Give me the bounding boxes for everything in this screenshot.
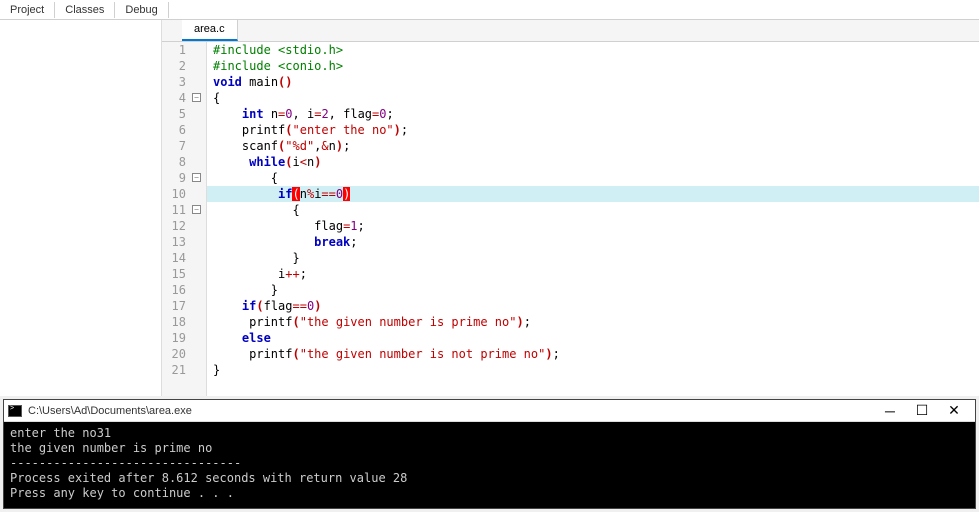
bracket-highlight: ) <box>343 187 350 201</box>
line-number: 20 <box>162 346 192 362</box>
fold-toggle[interactable]: − <box>192 93 201 102</box>
line-number: 10 <box>162 186 192 202</box>
tab-classes[interactable]: Classes <box>55 2 115 18</box>
line-number: 3 <box>162 74 192 90</box>
line-number: 18 <box>162 314 192 330</box>
line-number: 2 <box>162 58 192 74</box>
current-line: if(n%i==0) <box>207 186 979 202</box>
line-number: 11 <box>162 202 192 218</box>
line-number: 17 <box>162 298 192 314</box>
line-number: 13 <box>162 234 192 250</box>
code-area[interactable]: 1 2 3 4− 5 6 7 8 9− 10 11− 12 13 14 15 1… <box>162 42 979 396</box>
console-window: C:\Users\Ad\Documents\area.exe ─ ☐ ✕ ent… <box>3 399 976 509</box>
line-number: 15 <box>162 266 192 282</box>
console-title: C:\Users\Ad\Documents\area.exe <box>28 405 881 417</box>
line-number: 1 <box>162 42 192 58</box>
line-number: 19 <box>162 330 192 346</box>
line-number: 21 <box>162 362 192 378</box>
line-number: 6 <box>162 122 192 138</box>
bracket-highlight: ( <box>292 187 299 201</box>
minimize-button[interactable]: ─ <box>881 402 899 420</box>
project-sidebar[interactable] <box>0 20 162 396</box>
console-output[interactable]: enter the no31 the given number is prime… <box>4 422 975 508</box>
console-title-bar[interactable]: C:\Users\Ad\Documents\area.exe ─ ☐ ✕ <box>4 400 975 422</box>
line-number: 5 <box>162 106 192 122</box>
line-number: 12 <box>162 218 192 234</box>
editor-area: area.c 1 2 3 4− 5 6 7 8 9− 10 11− 12 13 … <box>0 20 979 396</box>
file-tab-bar: area.c <box>162 20 979 42</box>
line-number: 14 <box>162 250 192 266</box>
line-number: 8 <box>162 154 192 170</box>
tab-debug[interactable]: Debug <box>115 2 168 18</box>
fold-toggle[interactable]: − <box>192 205 201 214</box>
code-lines[interactable]: #include <stdio.h> #include <conio.h> vo… <box>207 42 979 396</box>
fold-toggle[interactable]: − <box>192 173 201 182</box>
editor-main: area.c 1 2 3 4− 5 6 7 8 9− 10 11− 12 13 … <box>162 20 979 396</box>
line-number: 4 <box>162 90 192 106</box>
gutter: 1 2 3 4− 5 6 7 8 9− 10 11− 12 13 14 15 1… <box>162 42 207 396</box>
line-number: 9 <box>162 170 192 186</box>
line-number: 16 <box>162 282 192 298</box>
panel-tabs: Project Classes Debug <box>0 0 979 20</box>
maximize-button[interactable]: ☐ <box>913 402 931 420</box>
console-icon <box>8 405 22 417</box>
tab-project[interactable]: Project <box>0 2 55 18</box>
file-tab-area-c[interactable]: area.c <box>182 20 238 41</box>
line-number: 7 <box>162 138 192 154</box>
close-button[interactable]: ✕ <box>945 402 963 420</box>
